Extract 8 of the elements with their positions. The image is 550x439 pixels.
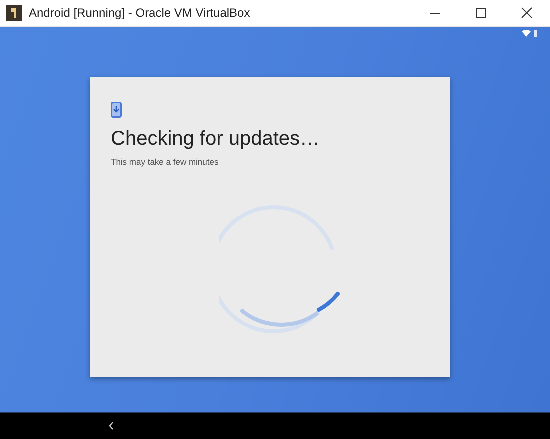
window-title: Android [Running] - Oracle VM VirtualBox xyxy=(29,6,252,20)
battery-icon xyxy=(534,30,537,37)
app-icon xyxy=(6,5,22,21)
dialog-title: Checking for updates… xyxy=(111,128,322,151)
dialog-subtitle: This may take a few minutes xyxy=(111,157,220,167)
wifi-icon xyxy=(522,30,531,37)
phone-update-icon xyxy=(111,102,122,118)
back-icon[interactable] xyxy=(109,422,114,430)
